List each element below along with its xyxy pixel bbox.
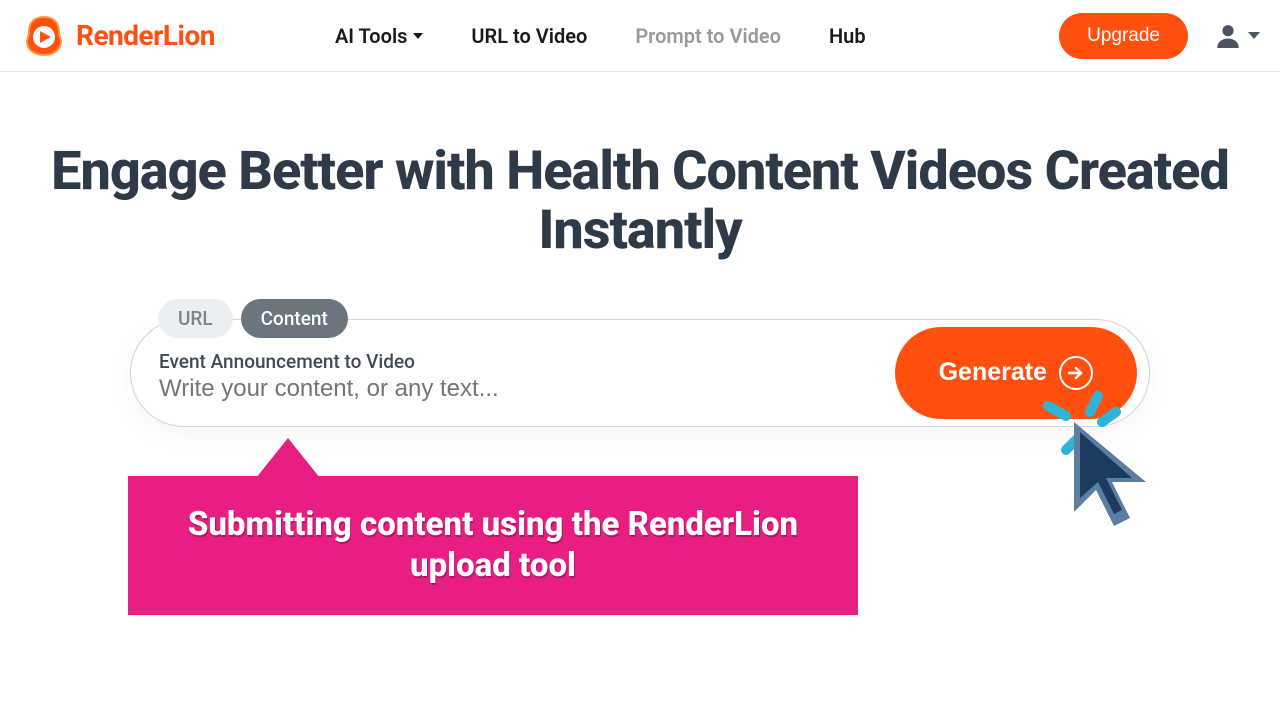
account-menu[interactable]: [1212, 20, 1260, 52]
input-label: Event Announcement to Video: [159, 350, 895, 373]
upgrade-button[interactable]: Upgrade: [1059, 13, 1188, 59]
nav-url-to-video[interactable]: URL to Video: [471, 24, 587, 48]
input-left: Event Announcement to Video: [159, 342, 895, 403]
generate-button[interactable]: Generate: [895, 327, 1137, 419]
logo-icon: [20, 12, 68, 60]
input-tabs: URL Content: [158, 299, 348, 338]
main-nav: AI Tools URL to Video Prompt to Video Hu…: [335, 24, 866, 48]
nav-ai-tools[interactable]: AI Tools: [335, 24, 423, 48]
callout-text: Submitting content using the RenderLion …: [158, 504, 828, 587]
chevron-down-icon: [413, 33, 423, 39]
callout-banner: Submitting content using the RenderLion …: [128, 476, 858, 615]
user-icon: [1212, 20, 1244, 52]
nav-hub-label: Hub: [829, 24, 866, 48]
nav-prompt-to-video[interactable]: Prompt to Video: [635, 24, 781, 48]
callout-pointer-icon: [256, 438, 320, 478]
header: RenderLion AI Tools URL to Video Prompt …: [0, 0, 1280, 72]
logo-text: RenderLion: [76, 19, 215, 52]
tab-content[interactable]: Content: [241, 299, 348, 338]
hero: Engage Better with Health Content Videos…: [0, 72, 1280, 427]
nav-hub[interactable]: Hub: [829, 24, 866, 48]
nav-url-to-video-label: URL to Video: [471, 24, 587, 48]
chevron-down-icon: [1248, 32, 1260, 40]
cursor-icon: [1066, 418, 1166, 538]
header-right: Upgrade: [1059, 13, 1260, 59]
generate-button-label: Generate: [939, 358, 1047, 387]
content-input[interactable]: [159, 375, 895, 403]
nav-ai-tools-label: AI Tools: [335, 24, 407, 48]
input-row: URL Content Event Announcement to Video …: [130, 319, 1150, 427]
nav-prompt-to-video-label: Prompt to Video: [635, 24, 781, 48]
logo[interactable]: RenderLion: [20, 12, 215, 60]
arrow-right-icon: [1059, 356, 1093, 390]
tab-url[interactable]: URL: [158, 299, 233, 338]
page-title: Engage Better with Health Content Videos…: [0, 142, 1280, 261]
